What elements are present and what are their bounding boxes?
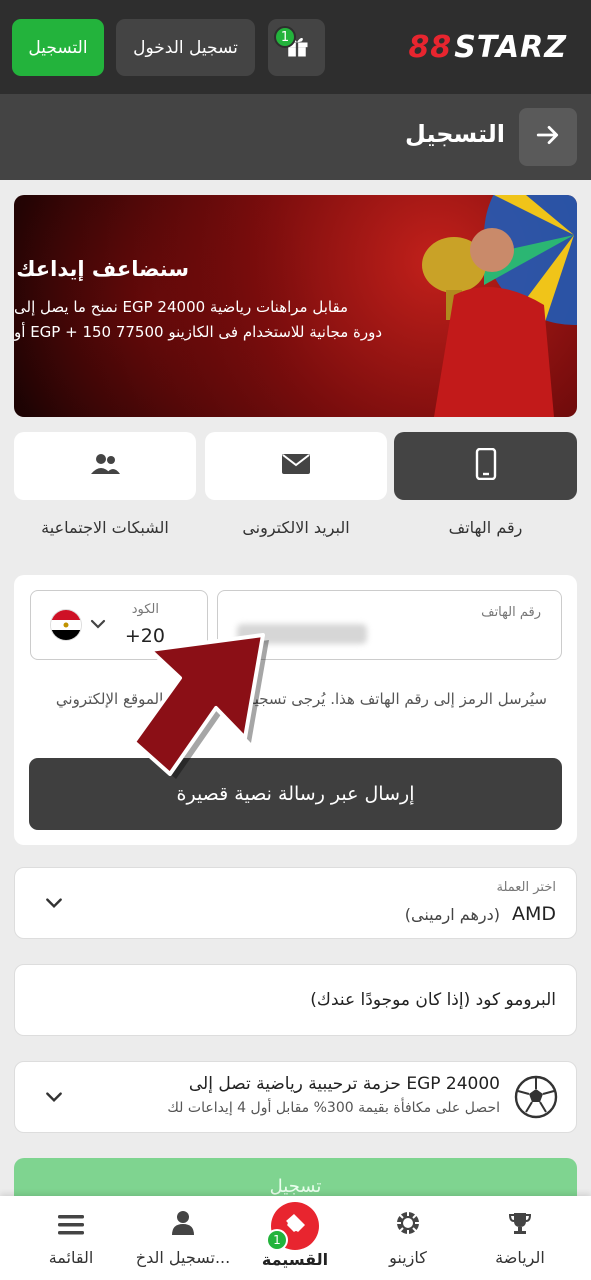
logo-prefix: 88 [408, 29, 453, 65]
phone-hint-text: سيُرسل الرمز إلى رقم الهاتف هذا. يُرجى ت… [55, 690, 547, 708]
banner-line-2: أو EGP + 150 77500 دورة مجانية للاستخدام… [14, 323, 383, 341]
arrow-right-icon [535, 122, 561, 152]
chevron-down-icon [43, 1086, 65, 1108]
banner-line-1: نمنح ما يصل إلى EGP 24000 مقابل مراهنات … [14, 298, 349, 316]
nav-menu[interactable]: القائمة [12, 1200, 130, 1280]
envelope-icon [281, 453, 311, 479]
egypt-flag-icon [51, 610, 81, 640]
nav-login-label: تسجيل الدخ... [135, 1248, 231, 1267]
tab-phone-label: رقم الهاتف [448, 518, 523, 537]
register-button[interactable]: التسجيل [12, 19, 104, 76]
tab-email[interactable] [205, 432, 387, 500]
phone-label: رقم الهاتف [481, 605, 541, 620]
bonus-title: حزمة ترحيبية رياضية تصل إلى EGP 24000 [188, 1074, 500, 1094]
nav-casino[interactable]: كازينو [349, 1200, 467, 1280]
nav-menu-label: القائمة [48, 1248, 94, 1267]
users-icon [89, 452, 121, 480]
nav-sports-label: الرياضة [495, 1248, 545, 1267]
mobile-phone-icon [475, 447, 497, 484]
nav-coupon-label: القسيمة [261, 1250, 329, 1269]
bonus-subtitle: احصل على مكافأة بقيمة 300% مقابل أول 4 إ… [167, 1100, 500, 1116]
send-sms-button[interactable]: إرسال عبر رسالة نصية قصيرة [29, 758, 562, 830]
hamburger-menu-icon [58, 1214, 84, 1240]
gift-badge: 1 [274, 26, 296, 48]
currency-label: اختر العملة [496, 880, 556, 895]
trophy-icon [507, 1210, 533, 1240]
nav-casino-label: كازينو [389, 1248, 427, 1267]
country-code-select[interactable]: الكود +20 [30, 590, 208, 660]
nav-sports[interactable]: الرياضة [461, 1200, 579, 1280]
nav-login[interactable]: تسجيل الدخ... [124, 1200, 242, 1280]
user-icon [171, 1210, 195, 1240]
tab-phone[interactable] [394, 432, 577, 500]
bonus-select[interactable]: حزمة ترحيبية رياضية تصل إلى EGP 24000 اح… [14, 1061, 577, 1133]
casino-chip-icon [395, 1210, 421, 1240]
promo-placeholder: البرومو كود (إذا كان موجودًا عندك) [310, 990, 556, 1010]
promo-code-input[interactable]: البرومو كود (إذا كان موجودًا عندك) [14, 964, 577, 1036]
gift-button[interactable] [268, 19, 325, 76]
login-button[interactable]: تسجيل الدخول [116, 19, 255, 76]
chevron-down-icon [89, 615, 107, 637]
currency-value: AMD [511, 903, 556, 925]
code-label: الكود [131, 602, 159, 617]
tab-social-label: الشبكات الاجتماعية [41, 518, 169, 537]
banner-title: سنضاعف إيداعك [16, 257, 189, 281]
soccer-ball-icon [514, 1075, 558, 1123]
logo-text: STARZ [454, 29, 567, 65]
tab-email-label: البريد الالكترونى [242, 518, 350, 537]
chevron-down-icon [43, 892, 65, 914]
currency-select[interactable]: اختر العملة AMD (درهم ارمينى) [14, 867, 577, 939]
tab-social-networks[interactable] [14, 432, 196, 500]
page-title: التسجيل [405, 120, 505, 148]
phone-number-value-redacted [237, 624, 367, 644]
back-button[interactable] [519, 108, 577, 166]
currency-description: (درهم ارمينى) [404, 905, 500, 924]
nav-coupon[interactable]: القسيمة [236, 1200, 354, 1280]
brand-logo[interactable]: 88 STARZ [408, 29, 567, 65]
code-value: +20 [124, 625, 165, 647]
promo-banner[interactable]: سنضاعف إيداعك نمنح ما يصل إلى EGP 24000 … [14, 195, 577, 417]
